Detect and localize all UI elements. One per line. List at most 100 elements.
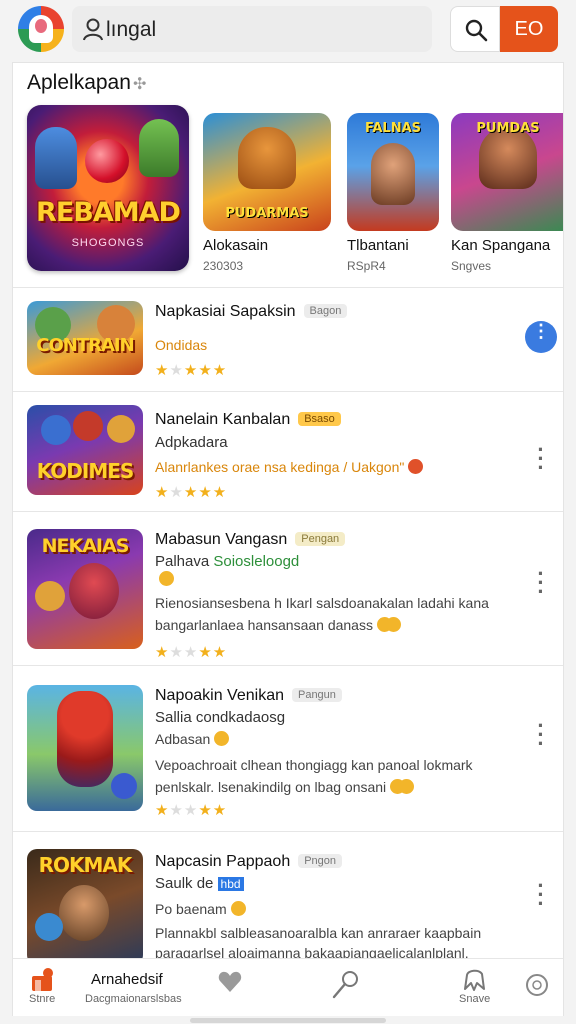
list-item-title: Napkasiai Sapaksin Bagon xyxy=(155,303,348,321)
nav-store[interactable]: Stnre xyxy=(13,959,73,1017)
subtitle-text: Saulk de xyxy=(155,875,218,892)
content-card: Aplelkapan ✣ REBAMAD SHOGONGS PUDARMAS A… xyxy=(12,62,564,962)
character-graphic xyxy=(41,415,71,445)
nav-center-title[interactable]: Arnahedsif xyxy=(91,971,163,988)
list-item-subtitle: Saulk de hbd xyxy=(155,875,244,892)
emoji-icon xyxy=(390,779,406,794)
top-action-button[interactable]: EO xyxy=(500,6,558,52)
store-icon xyxy=(32,968,53,991)
badge: Bsaso xyxy=(298,412,341,426)
list-item-meta: Adbasan xyxy=(155,731,230,747)
more-options-icon[interactable]: · · · xyxy=(531,715,551,755)
emoji-icon xyxy=(159,571,174,586)
icon-title: ROKMAK xyxy=(38,853,133,877)
description-text: penlskalr. lsenakindilg on lbag onsani xyxy=(155,779,387,795)
settings-circle-icon[interactable] xyxy=(525,973,549,997)
character-graphic xyxy=(73,411,103,441)
bottom-navigation: Stnre Arnahedsif Dacgmaionarslsbas Snave xyxy=(12,958,564,1016)
list-item[interactable]: NEKAIAS Mabasun Vangasn Pengan Palhava So… xyxy=(13,511,563,665)
top-bar: lıngal EO xyxy=(0,0,576,62)
list-item-description: bangarlanlaea hansansaan danass xyxy=(155,617,392,633)
app-meta: Sngves xyxy=(451,259,492,273)
heart-icon[interactable] xyxy=(217,969,243,995)
list-item-title: Napoakin Venikan Pangun xyxy=(155,687,342,705)
search-input[interactable]: lıngal xyxy=(72,6,432,52)
list-item[interactable]: ROKMAK Napcasin Pappaoh Pngon Saulk de hb… xyxy=(13,831,563,962)
more-button[interactable]: ⋮ xyxy=(525,321,557,353)
app-name: Tlbantani xyxy=(347,237,409,254)
list-item-subtitle: Adpkadara xyxy=(155,434,228,451)
gear-icon[interactable]: ✣ xyxy=(133,74,146,94)
character-graphic xyxy=(238,127,296,189)
meta-text: Adbasan xyxy=(155,731,211,747)
app-name: Alokasain xyxy=(203,237,269,254)
emoji-icon xyxy=(408,459,424,474)
app-meta: 230303 xyxy=(203,259,244,273)
app-name: Kan Spangana xyxy=(451,237,551,254)
star-rating: ★★★★★ xyxy=(155,644,228,661)
title-text: Napoakin Venikan xyxy=(155,687,284,704)
featured-app-card[interactable]: REBAMAD SHOGONGS xyxy=(27,105,189,271)
highlight-text: hbd xyxy=(217,877,244,891)
app-icon: NEKAIAS xyxy=(27,529,143,649)
app-icon: CONTRAIN xyxy=(27,301,143,375)
app-icon: KODIMES xyxy=(27,405,143,495)
character-graphic xyxy=(69,563,119,619)
ball-graphic xyxy=(85,139,129,183)
title-text: Napcasin Pappaoh xyxy=(155,853,291,870)
app-thumbnail: PUDARMAS xyxy=(203,113,331,231)
character-graphic xyxy=(139,119,179,177)
character-graphic xyxy=(35,127,77,189)
icon-title: NEKAIAS xyxy=(41,535,130,557)
list-item[interactable]: KODIMES Nanelain Kanbalan Bsaso Adpkadara… xyxy=(13,391,563,511)
mini-app-card[interactable]: FALNAS Tlbantani RSpR4 xyxy=(347,113,439,273)
list-item[interactable]: Napoakin Venikan Pangun Sallia condkadaos… xyxy=(13,665,563,831)
app-icon: ROKMAK xyxy=(27,849,143,962)
app-meta: RSpR4 xyxy=(347,259,386,273)
badge: Bagon xyxy=(303,304,348,318)
title-text: Mabasun Vangasn xyxy=(155,531,288,548)
badge: Pangun xyxy=(291,688,342,702)
list-item-description: penlskalr. lsenakindilg on lbag onsani xyxy=(155,779,406,795)
section-title: Aplelkapan xyxy=(27,71,131,94)
home-indicator xyxy=(190,1018,386,1023)
badge: Pngon xyxy=(298,854,343,868)
search-button[interactable] xyxy=(450,6,500,52)
more-options-icon[interactable]: · · · xyxy=(531,439,551,479)
mini-app-card[interactable]: PUMDAS Kan Spangana Sngves xyxy=(451,113,563,273)
icon-title: KODIMES xyxy=(36,459,135,483)
emoji-icon xyxy=(214,731,230,746)
character-graphic xyxy=(371,143,415,205)
list-item[interactable]: CONTRAIN Napkasiai Sapaksin Bagon Ondidas… xyxy=(13,287,563,391)
description-text: bangarlanlaea hansansaan danass xyxy=(155,617,373,633)
more-options-icon[interactable]: · · · xyxy=(531,875,551,915)
list-item-subtitle: Ondidas xyxy=(155,337,208,353)
character-graphic xyxy=(107,415,135,443)
app-logo-icon[interactable] xyxy=(18,6,64,52)
nav-label: Stnre xyxy=(29,993,56,1005)
highlight-text: Soiosleloogd xyxy=(213,553,300,570)
nav-profile[interactable]: Snave xyxy=(451,959,511,1017)
mini-app-card[interactable]: PUDARMAS Alokasain 230303 xyxy=(203,113,331,273)
title-text: Nanelain Kanbalan xyxy=(155,411,291,428)
list-item-description: Rienosiansesbena h Ikarl salsdoanakalan … xyxy=(155,595,489,611)
featured-title: REBAMAD xyxy=(36,197,181,228)
more-options-icon[interactable]: · · · xyxy=(531,563,551,603)
character-graphic xyxy=(479,127,537,189)
character-graphic xyxy=(35,581,65,611)
app-icon xyxy=(27,685,143,811)
character-graphic xyxy=(111,773,137,799)
search-value: lıngal xyxy=(106,18,157,41)
badge: Pengan xyxy=(295,532,346,546)
list-item-subtitle: Sallia condkadaosg xyxy=(155,709,286,726)
emoji-line xyxy=(155,571,174,588)
search-icon[interactable] xyxy=(331,969,361,999)
emoji-icon xyxy=(230,901,246,916)
title-text: Napkasiai Sapaksin xyxy=(155,303,296,320)
star-rating: ★★★★★ xyxy=(155,802,228,819)
featured-subtitle: SHOGONGS xyxy=(71,237,145,249)
thumb-title: FALNAS xyxy=(364,121,422,136)
app-thumbnail: FALNAS xyxy=(347,113,439,231)
description-text: Alanrlankes orae nsa kedinga / Uakgon" xyxy=(155,459,405,475)
user-icon xyxy=(83,18,103,41)
